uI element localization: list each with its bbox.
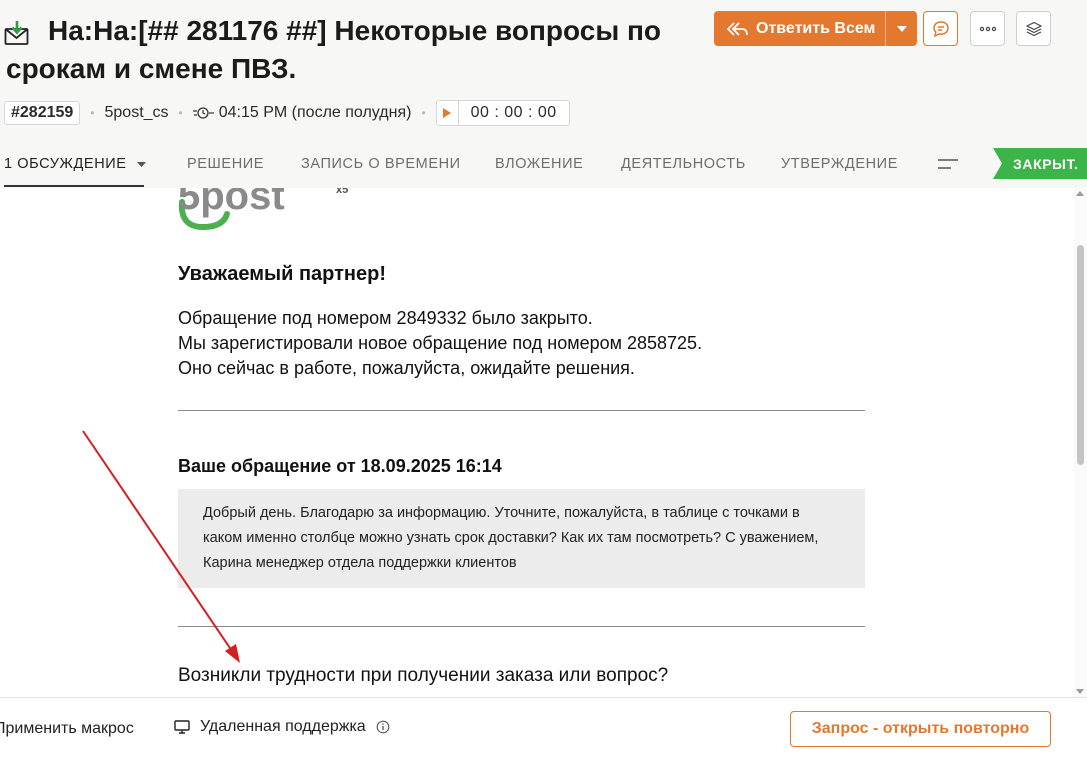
more-actions-button[interactable] [970, 11, 1005, 46]
play-icon [443, 108, 452, 118]
info-icon[interactable] [376, 720, 390, 734]
work-timer: 00 : 00 : 00 [435, 100, 570, 126]
ticket-header: На:На:[## 281176 ##] Некоторые вопросы п… [0, 0, 1087, 188]
conversation-button[interactable] [923, 11, 958, 46]
scroll-down-arrow[interactable] [1076, 689, 1084, 694]
tab-time-entry[interactable]: ЗАПИСЬ О ВРЕМЕНИ [301, 156, 461, 172]
ellipsis-icon [979, 26, 996, 31]
logo-x5: x5 [336, 188, 348, 196]
request-quote: Добрый день. Благодарю за информацию. Ут… [178, 489, 865, 588]
clock-icon [192, 107, 214, 119]
tab-discussion[interactable]: 1 ОБСУЖДЕНИЕ [4, 156, 147, 172]
chevron-down-icon [137, 162, 147, 167]
ticket-view: На:На:[## 281176 ##] Некоторые вопросы п… [0, 0, 1087, 758]
email-content: 5post x5 Уважаемый партнер! Обращение по… [0, 188, 1074, 697]
5post-logo: 5post x5 [178, 188, 348, 231]
scroll-thumb[interactable] [1077, 245, 1084, 465]
remote-support-label: Удаленная поддержка [200, 718, 366, 735]
content-scrollbar[interactable] [1074, 188, 1087, 697]
chat-bubble-icon [932, 20, 949, 37]
email-greeting: Уважаемый партнер! [178, 263, 386, 285]
email-line: Обращение под номером 2849332 было закры… [178, 308, 593, 328]
annotation-arrow [82, 430, 240, 663]
email-line: Оно сейчас в работе, пожалуйста, ожидайт… [178, 358, 635, 378]
due-time: 04:15 PM (после полудня) [192, 104, 412, 122]
apply-macro-button[interactable]: Применить макрос [0, 720, 134, 738]
status-badge[interactable]: ЗАКРЫТ. [993, 148, 1087, 179]
separator-dot: • [421, 106, 426, 120]
ticket-tabs: 1 ОБСУЖДЕНИЕ РЕШЕНИЕ ЗАПИСЬ О ВРЕМЕНИ ВЛ… [0, 148, 1087, 188]
separator-dot: • [90, 106, 95, 120]
scroll-up-arrow[interactable] [1076, 191, 1084, 196]
chevron-down-icon [896, 25, 907, 32]
tab-resolution[interactable]: РЕШЕНИЕ [187, 156, 264, 172]
layers-icon [1025, 21, 1042, 36]
ticket-footer: Применить макрос Удаленная поддержка Зап… [0, 697, 1087, 758]
reply-all-label: Ответить Всем [756, 19, 876, 37]
email-body: Обращение под номером 2849332 было закры… [178, 306, 878, 381]
separator-dot: • [178, 106, 183, 120]
group-name[interactable]: 5post_cs [105, 104, 169, 122]
ticket-title: На:На:[## 281176 ##] Некоторые вопросы п… [6, 15, 662, 84]
tab-attachments[interactable]: ВЛОЖЕНИЕ [495, 156, 583, 172]
tab-approval[interactable]: УТВЕРЖДЕНИЕ [781, 156, 898, 172]
divider [178, 410, 865, 411]
more-tabs-icon[interactable] [938, 157, 958, 171]
reopen-request-button[interactable]: Запрос - открыть повторно [790, 711, 1051, 747]
divider [178, 626, 865, 627]
reply-all-button[interactable]: Ответить Всем [714, 11, 885, 46]
ticket-meta: #282159 • 5post_cs • 04:15 PM (после пол… [4, 100, 570, 126]
active-tab-indicator [4, 185, 144, 187]
request-title: Ваше обращение от 18.09.2025 16:14 [178, 456, 502, 476]
tab-activity[interactable]: ДЕЯТЕЛЬНОСТЬ [621, 156, 746, 172]
due-time-label: 04:15 PM (после полудня) [218, 104, 412, 121]
email-question: Возникли трудности при получении заказа … [178, 665, 669, 686]
email-line: Мы зарегистировали новое обращение под н… [178, 333, 703, 353]
timer-play-button[interactable] [437, 101, 459, 125]
ticket-id-badge[interactable]: #282159 [4, 101, 81, 125]
remote-support-button[interactable]: Удаленная поддержка [174, 718, 390, 736]
timer-value: 00 : 00 : 00 [470, 104, 557, 121]
logo-wordmark: 5post [178, 188, 285, 218]
layers-button[interactable] [1016, 11, 1051, 46]
reply-all-icon [726, 21, 748, 36]
reply-options-dropdown[interactable] [885, 11, 917, 46]
monitor-icon [174, 720, 190, 734]
reply-all-group: Ответить Всем [714, 11, 918, 46]
